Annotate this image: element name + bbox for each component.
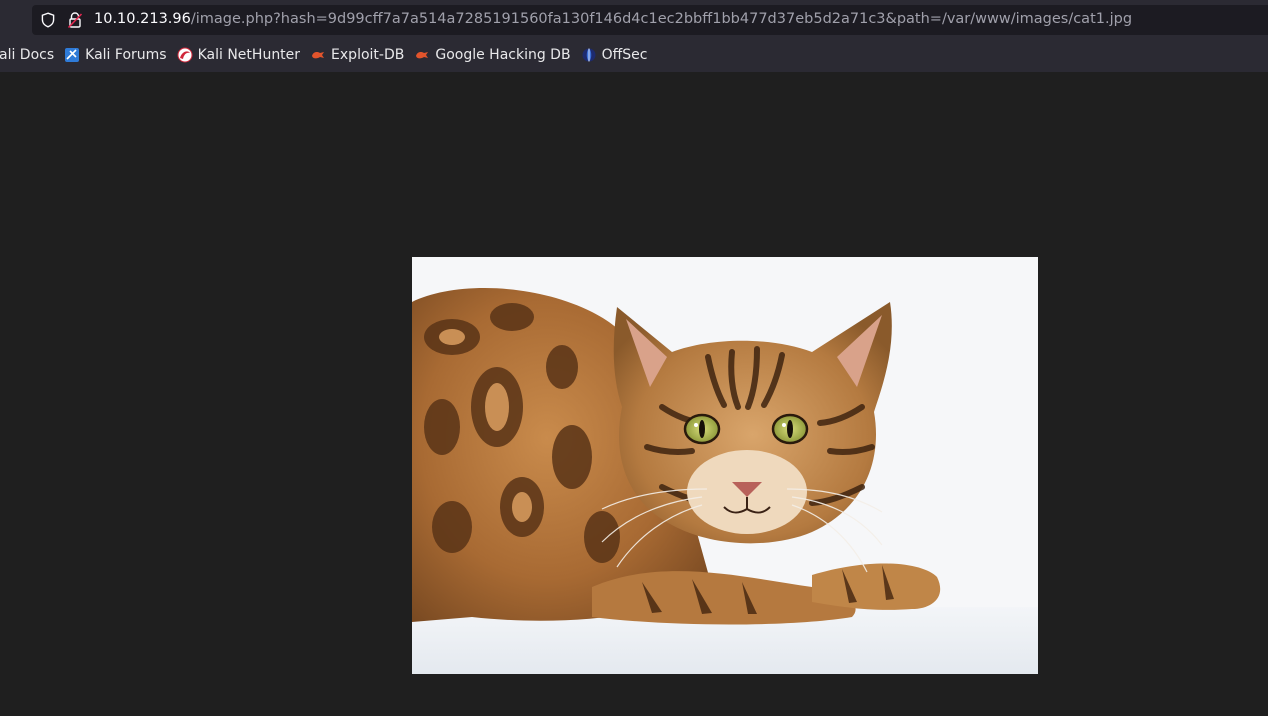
url-text[interactable]: 10.10.213.96/image.php?hash=9d99cff7a7a5… <box>94 11 1132 27</box>
bookmark-label: Kali Forums <box>85 47 167 63</box>
offsec-icon <box>581 47 597 63</box>
bookmark-kali-forums[interactable]: Kali Forums <box>59 42 171 68</box>
bookmark-label: Google Hacking DB <box>435 47 571 63</box>
google-hacking-db-icon <box>414 47 430 63</box>
bookmark-offsec[interactable]: OffSec <box>576 42 653 68</box>
bookmarks-toolbar: ali Docs Kali Forums Kali NetHunter Expl… <box>0 40 652 70</box>
kali-nethunter-icon <box>177 47 193 63</box>
bookmark-kali-docs[interactable]: ali Docs <box>0 42 59 68</box>
bookmark-label: ali Docs <box>0 47 55 63</box>
bookmark-label: OffSec <box>601 47 648 63</box>
url-path: /image.php?hash=9d99cff7a7a514a728519156… <box>190 11 1133 27</box>
bookmark-exploit-db[interactable]: Exploit-DB <box>305 42 409 68</box>
address-bar[interactable]: 10.10.213.96/image.php?hash=9d99cff7a7a5… <box>32 5 1268 35</box>
bengal-cat-illustration <box>412 257 1038 674</box>
url-host: 10.10.213.96 <box>94 11 191 27</box>
tracking-protection-shield-icon[interactable] <box>40 12 56 28</box>
page-content <box>0 72 1268 716</box>
browser-toolbar: 10.10.213.96/image.php?hash=9d99cff7a7a5… <box>0 0 1268 73</box>
exploit-db-icon <box>310 47 326 63</box>
bookmark-label: Exploit-DB <box>331 47 405 63</box>
cat-image <box>412 257 1038 674</box>
kali-forums-icon <box>64 47 80 63</box>
insecure-lock-icon[interactable] <box>67 11 83 29</box>
bookmark-kali-nethunter[interactable]: Kali NetHunter <box>172 42 305 68</box>
bookmark-google-hacking-db[interactable]: Google Hacking DB <box>409 42 575 68</box>
bookmark-label: Kali NetHunter <box>197 47 301 63</box>
